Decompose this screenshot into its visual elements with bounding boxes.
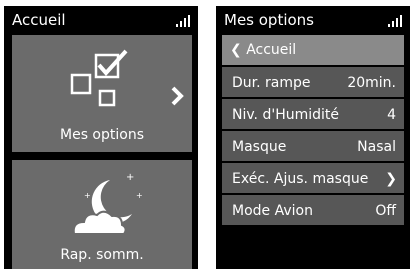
option-label: Masque: [232, 139, 287, 155]
svg-text:+: +: [126, 172, 134, 183]
options-checkbox-icon: [70, 49, 128, 107]
moon-cloud-icon: + + +: [72, 172, 143, 235]
option-row-mask[interactable]: Masque Nasal: [222, 129, 404, 161]
option-row-humidity[interactable]: Niv. d'Humidité 4: [222, 97, 404, 129]
sleep-report-tile[interactable]: + + + Rap. somm.: [12, 160, 192, 269]
svg-text:+: +: [84, 191, 91, 200]
chevron-right-icon: [171, 86, 184, 106]
status-bar: Accueil: [4, 6, 198, 34]
svg-text:+: +: [136, 191, 143, 200]
home-screen: Accueil Mes options + + + Rap. somm.: [4, 6, 198, 269]
option-value: 20min.: [347, 75, 396, 91]
option-row-ramp[interactable]: Dur. rampe 20min.: [222, 65, 404, 97]
my-options-tile[interactable]: Mes options: [12, 35, 192, 152]
option-label: Niv. d'Humidité: [232, 107, 340, 123]
option-label: Exéc. Ajus. masque: [232, 171, 369, 187]
option-value: 4: [387, 107, 396, 123]
signal-icon: [176, 15, 190, 27]
back-button[interactable]: ❮ Accueil: [222, 35, 404, 65]
option-value: Nasal: [357, 139, 396, 155]
screen-title: Accueil: [12, 11, 66, 29]
chevron-left-icon: ❮: [230, 42, 242, 58]
option-value: Off: [375, 203, 396, 219]
sleep-report-label: Rap. somm.: [60, 247, 144, 263]
options-list: ❮ Accueil Dur. rampe 20min. Niv. d'Humid…: [222, 35, 404, 225]
options-screen: Mes options ❮ Accueil Dur. rampe 20min. …: [216, 6, 410, 269]
back-label: Accueil: [246, 42, 297, 58]
option-label: Dur. rampe: [232, 75, 311, 91]
option-row-mask-fit[interactable]: Exéc. Ajus. masque ❯: [222, 161, 404, 193]
my-options-label: Mes options: [60, 127, 144, 143]
option-label: Mode Avion: [232, 203, 313, 219]
screen-title: Mes options: [224, 11, 314, 29]
option-row-airplane-mode[interactable]: Mode Avion Off: [222, 193, 404, 225]
chevron-right-icon: ❯: [385, 171, 397, 187]
signal-icon: [388, 15, 402, 27]
status-bar: Mes options: [216, 6, 410, 34]
